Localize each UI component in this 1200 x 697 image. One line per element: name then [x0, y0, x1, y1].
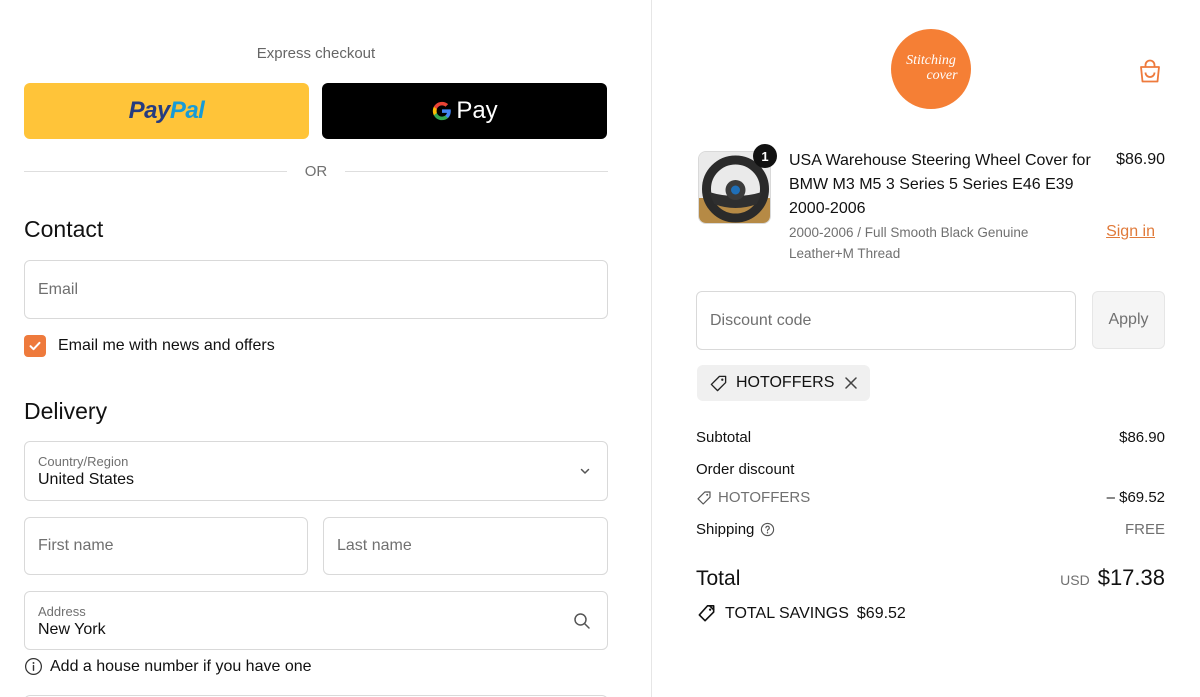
info-icon: [24, 657, 43, 676]
country-select[interactable]: Country/Region United States: [24, 441, 608, 501]
total-value: $17.38: [1097, 565, 1165, 590]
tag-icon: [696, 490, 712, 506]
newsletter-label: Email me with news and offers: [58, 337, 275, 354]
google-g-icon: [431, 100, 453, 122]
last-name-placeholder: Last name: [337, 537, 412, 554]
country-value: United States: [38, 471, 135, 488]
applied-code-label: HOTOFFERS: [736, 374, 835, 391]
first-name-placeholder: First name: [38, 537, 114, 554]
subtotal-value: $86.90: [1119, 429, 1165, 446]
search-icon[interactable]: [573, 612, 591, 630]
contact-heading: Contact: [24, 216, 104, 242]
delivery-heading: Delivery: [24, 398, 108, 424]
checkmark-icon: [29, 341, 41, 351]
address-hint-text: Add a house number if you have one: [50, 657, 312, 675]
currency-code: USD: [1060, 572, 1090, 588]
discount-value: – $69.52: [1106, 489, 1165, 506]
google-pay-button[interactable]: Pay: [322, 83, 607, 139]
google-pay-label: Pay: [456, 97, 498, 124]
total-savings: TOTAL SAVINGS $69.52: [696, 603, 906, 624]
tag-icon: [709, 374, 728, 393]
savings-value: $69.52: [856, 604, 906, 622]
shipping-label: Shipping: [696, 521, 755, 538]
newsletter-checkbox[interactable]: [24, 335, 46, 357]
discount-placeholder: Discount code: [710, 311, 812, 329]
or-label: OR: [304, 162, 328, 180]
newsletter-option[interactable]: Email me with news and offers: [24, 335, 275, 357]
email-placeholder: Email: [38, 280, 79, 298]
logo-text-line2: cover: [926, 68, 958, 83]
shipping-value: FREE: [1124, 521, 1165, 538]
total-row: Total USD $17.38: [696, 565, 1165, 591]
address-label: Address: [38, 604, 86, 619]
address-value: New York: [38, 621, 106, 638]
product-variant: 2000-2006 / Full Smooth Black Genuine Le…: [789, 225, 1029, 261]
discount-code-field[interactable]: Discount code: [696, 291, 1076, 350]
help-icon[interactable]: [760, 522, 775, 537]
quantity-badge: 1: [753, 144, 777, 168]
applied-discount-chip: HOTOFFERS: [697, 365, 871, 401]
address-field[interactable]: Address New York: [24, 591, 608, 650]
address-hint: Add a house number if you have one: [24, 657, 312, 676]
store-logo[interactable]: Stitching cover: [891, 29, 971, 109]
last-name-field[interactable]: Last name: [323, 517, 608, 575]
close-icon[interactable]: [844, 376, 858, 390]
product-title: USA Warehouse Steering Wheel Cover for B…: [789, 152, 1091, 217]
divider-line: [24, 170, 287, 172]
country-label: Country/Region: [38, 454, 129, 469]
logo-text-line1: Stitching: [906, 53, 956, 69]
total-value-wrap: USD $17.38: [1060, 565, 1165, 591]
discount-code-row: HOTOFFERS – $69.52: [696, 489, 1165, 506]
product-price: $86.90: [1116, 151, 1165, 168]
shopping-bag-icon[interactable]: [1137, 57, 1163, 90]
sign-in-link[interactable]: Sign in: [1106, 223, 1155, 241]
savings-tag-icon: [696, 603, 717, 624]
order-discount-row: Order discount: [696, 461, 1165, 478]
subtotal-label: Subtotal: [696, 429, 752, 446]
subtotal-row: Subtotal $86.90: [696, 429, 1165, 446]
discount-code-label: HOTOFFERS: [718, 489, 811, 506]
first-name-field[interactable]: First name: [24, 517, 308, 575]
express-checkout-title: Express checkout: [256, 45, 376, 62]
paypal-button[interactable]: PayPal: [24, 83, 309, 139]
total-label: Total: [696, 567, 741, 590]
divider-line: [345, 170, 608, 172]
paypal-logo: PayPal: [128, 97, 205, 124]
chevron-down-icon: [579, 465, 591, 477]
apply-discount-button[interactable]: Apply: [1092, 291, 1165, 349]
savings-label: TOTAL SAVINGS: [725, 604, 849, 622]
order-discount-label: Order discount: [696, 461, 795, 478]
email-field[interactable]: Email: [24, 260, 608, 319]
discount-code-label-wrap: HOTOFFERS: [696, 489, 810, 506]
shipping-label-wrap: Shipping: [696, 521, 775, 538]
shipping-row: Shipping FREE: [696, 521, 1165, 538]
or-divider: OR: [24, 160, 608, 182]
